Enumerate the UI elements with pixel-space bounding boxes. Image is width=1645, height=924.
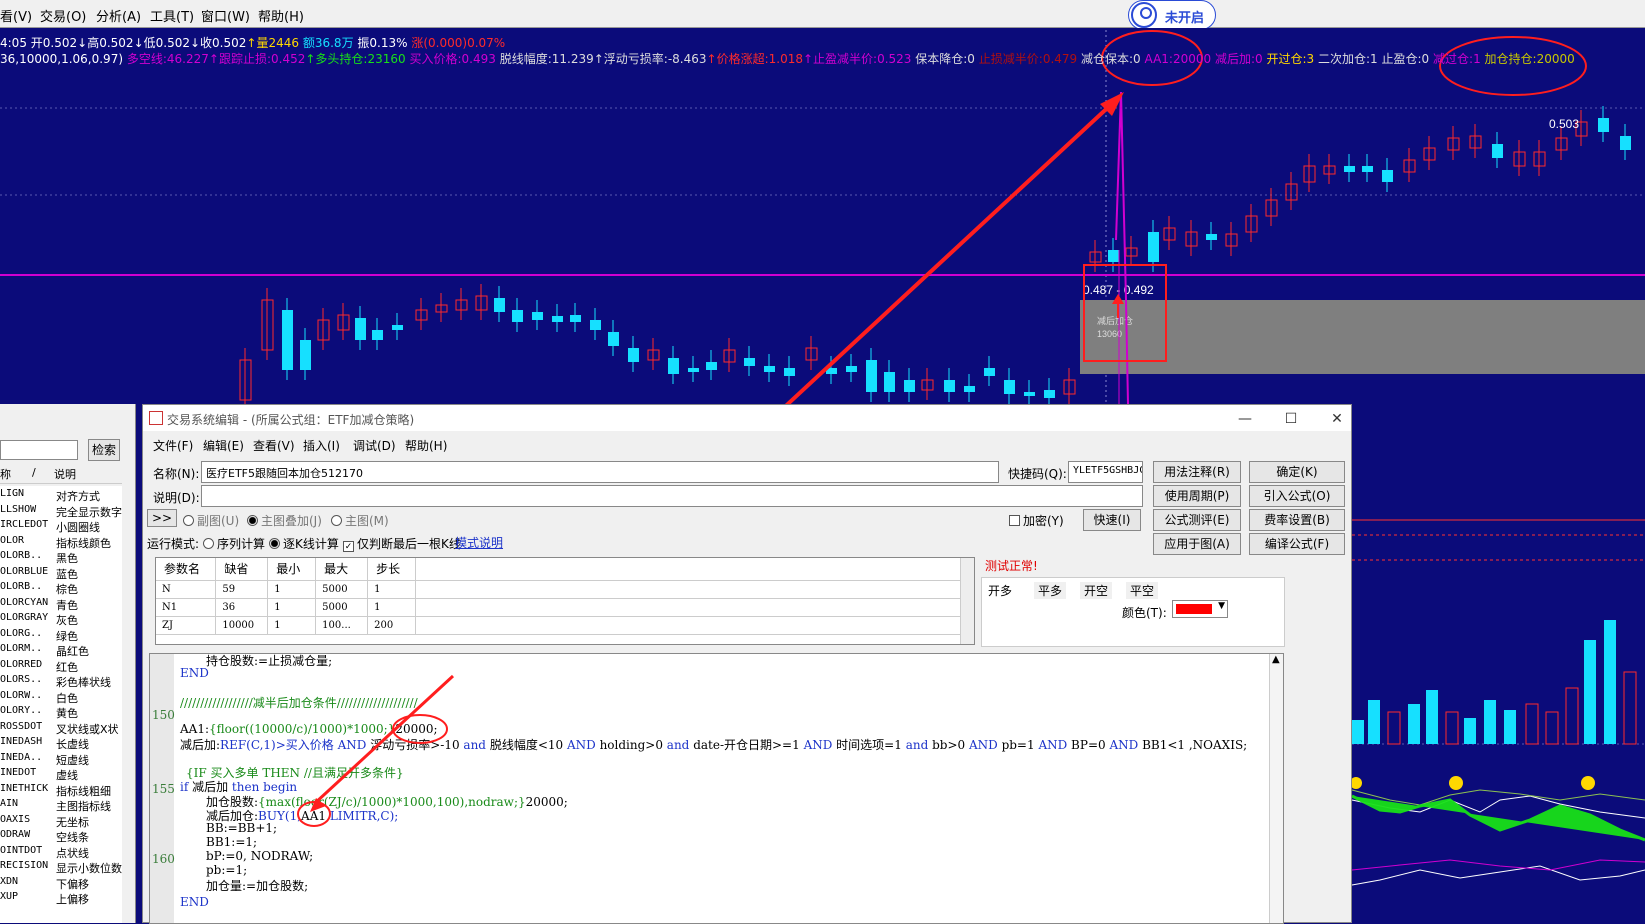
emenu-help[interactable]: 帮助(H) <box>405 437 447 454</box>
maximize-icon[interactable]: ☐ <box>1281 411 1301 429</box>
chevron-down-icon: ▼ <box>1218 601 1225 611</box>
price-label-top: 0.503 <box>1549 117 1579 131</box>
name-field[interactable]: 医疗ETF5跟随回本加仓512170 <box>201 461 999 483</box>
minimize-icon[interactable]: — <box>1235 411 1255 429</box>
use-period-button[interactable]: 使用周期(P) <box>1153 485 1241 507</box>
app-icon <box>149 411 163 425</box>
quote-info-line: 4:05 开0.502↓高0.502↓低0.502↓收0.502↑量2446 额… <box>0 36 506 50</box>
radio-subchart[interactable]: 副图(U) <box>183 512 239 529</box>
param-row[interactable]: N 59 1 5000 1 <box>156 580 974 599</box>
last-bar-checkbox[interactable]: ✓ 仅判断最后一根K线 <box>343 535 461 552</box>
emenu-file[interactable]: 文件(F) <box>153 437 193 454</box>
test-status: 测试正常! <box>985 559 1038 573</box>
menu-bar: 看(V) 交易(O) 分析(A) 工具(T) 窗口(W) 帮助(H) <box>0 0 1645 28</box>
menu-window[interactable]: 窗口(W) <box>201 6 250 25</box>
ok-button[interactable]: 确定(K) <box>1249 461 1345 483</box>
radio-bar-calc[interactable]: 逐K线计算 <box>269 535 339 552</box>
mode-help-link[interactable]: 模式说明 <box>455 534 503 551</box>
radio-sequence-calc[interactable]: 序列计算 <box>203 535 265 552</box>
shortcut-field[interactable]: YLETF5GSHBJC <box>1068 461 1143 483</box>
radio-mainchart[interactable]: 主图(M) <box>331 512 389 529</box>
param-row[interactable]: N1 36 1 5000 1 <box>156 598 974 617</box>
fee-settings-button[interactable]: 费率设置(B) <box>1249 509 1345 531</box>
user-icon <box>1131 2 1157 28</box>
menu-tools[interactable]: 工具(T) <box>150 6 194 25</box>
tab-open-long[interactable]: 开多 <box>988 582 1012 599</box>
emenu-view[interactable]: 查看(V) <box>253 437 295 454</box>
code-scrollbar[interactable]: ▲ <box>1269 654 1283 923</box>
tab-close-short[interactable]: 平空 <box>1126 582 1159 599</box>
col-header-desc[interactable]: 说明 <box>54 466 76 482</box>
code-editor[interactable]: 150 155 160 持仓股数:=止损减仓量; END ///////////… <box>149 653 1284 924</box>
compile-formula-button[interactable]: 编译公式(F) <box>1249 533 1345 555</box>
tab-open-short[interactable]: 开空 <box>1080 582 1113 599</box>
box-value: 13060 <box>1097 329 1122 339</box>
auto-trade-badge[interactable]: 未开启 <box>1128 0 1216 30</box>
menu-trade[interactable]: 交易(O) <box>40 6 86 25</box>
usage-note-button[interactable]: 用法注释(R) <box>1153 461 1241 483</box>
param-table[interactable]: 参数名 缺省 最小 最大 步长 N 59 1 5000 1 N1 36 1 5000 1 ZJ 1… <box>155 557 975 645</box>
expand-button[interactable]: >> <box>147 509 177 527</box>
indicator-info-line: 36,10000,1.06,0.97) 多空线:46.227↑跟踪止损:0.45… <box>0 52 1575 66</box>
formula-test-button[interactable]: 公式测评(E) <box>1153 509 1241 531</box>
import-formula-button[interactable]: 引入公式(O) <box>1249 485 1345 507</box>
badge-label: 未开启 <box>1165 11 1205 26</box>
description-field[interactable] <box>201 485 1143 507</box>
param-scrollbar[interactable] <box>960 558 974 644</box>
radio-main-overlay[interactable]: 主图叠加(J) <box>247 512 322 529</box>
search-input[interactable] <box>0 440 78 460</box>
menu-analysis[interactable]: 分析(A) <box>96 6 141 25</box>
annotation-overlay <box>297 674 455 827</box>
emenu-debug[interactable]: 调试(D) <box>353 437 396 454</box>
menu-view[interactable]: 看(V) <box>0 6 32 25</box>
emenu-insert[interactable]: 插入(I) <box>303 437 340 454</box>
encrypt-checkbox[interactable]: 加密(Y) <box>1009 512 1064 529</box>
apply-to-chart-button[interactable]: 应用于图(A) <box>1153 533 1241 555</box>
function-list-panel: 检索 称 / 说明 LIGN 对齐方式 LLSHOW 完全显示数字 IRCLEDOT 小圆… <box>0 404 136 923</box>
box-title: 减后加仓 <box>1097 315 1133 326</box>
window-title: 交易系统编辑 - (所属公式组：ETF加减仓策略) <box>167 413 415 427</box>
param-row[interactable]: ZJ 10000 1 100... 200 <box>156 616 974 635</box>
function-list[interactable]: LIGN 对齐方式 LLSHOW 完全显示数字 IRCLEDOT 小圆圈线 OLOR 指标线颜… <box>0 486 122 923</box>
close-icon[interactable]: ✕ <box>1327 411 1347 429</box>
search-button[interactable]: 检索 <box>88 439 120 461</box>
color-picker[interactable]: ▼ <box>1172 600 1228 618</box>
emenu-edit[interactable]: 编辑(E) <box>203 437 244 454</box>
tab-close-long[interactable]: 平多 <box>1034 582 1067 599</box>
col-header-name[interactable]: 称 <box>0 466 11 482</box>
formula-editor-window: 交易系统编辑 - (所属公式组：ETF加减仓策略) — ☐ ✕ 文件(F) 编辑… <box>142 404 1352 924</box>
quick-button[interactable]: 快速(I) <box>1083 509 1141 531</box>
menu-help[interactable]: 帮助(H) <box>258 6 304 25</box>
title-bar: 交易系统编辑 - (所属公式组：ETF加减仓策略) — ☐ ✕ <box>143 405 1351 431</box>
